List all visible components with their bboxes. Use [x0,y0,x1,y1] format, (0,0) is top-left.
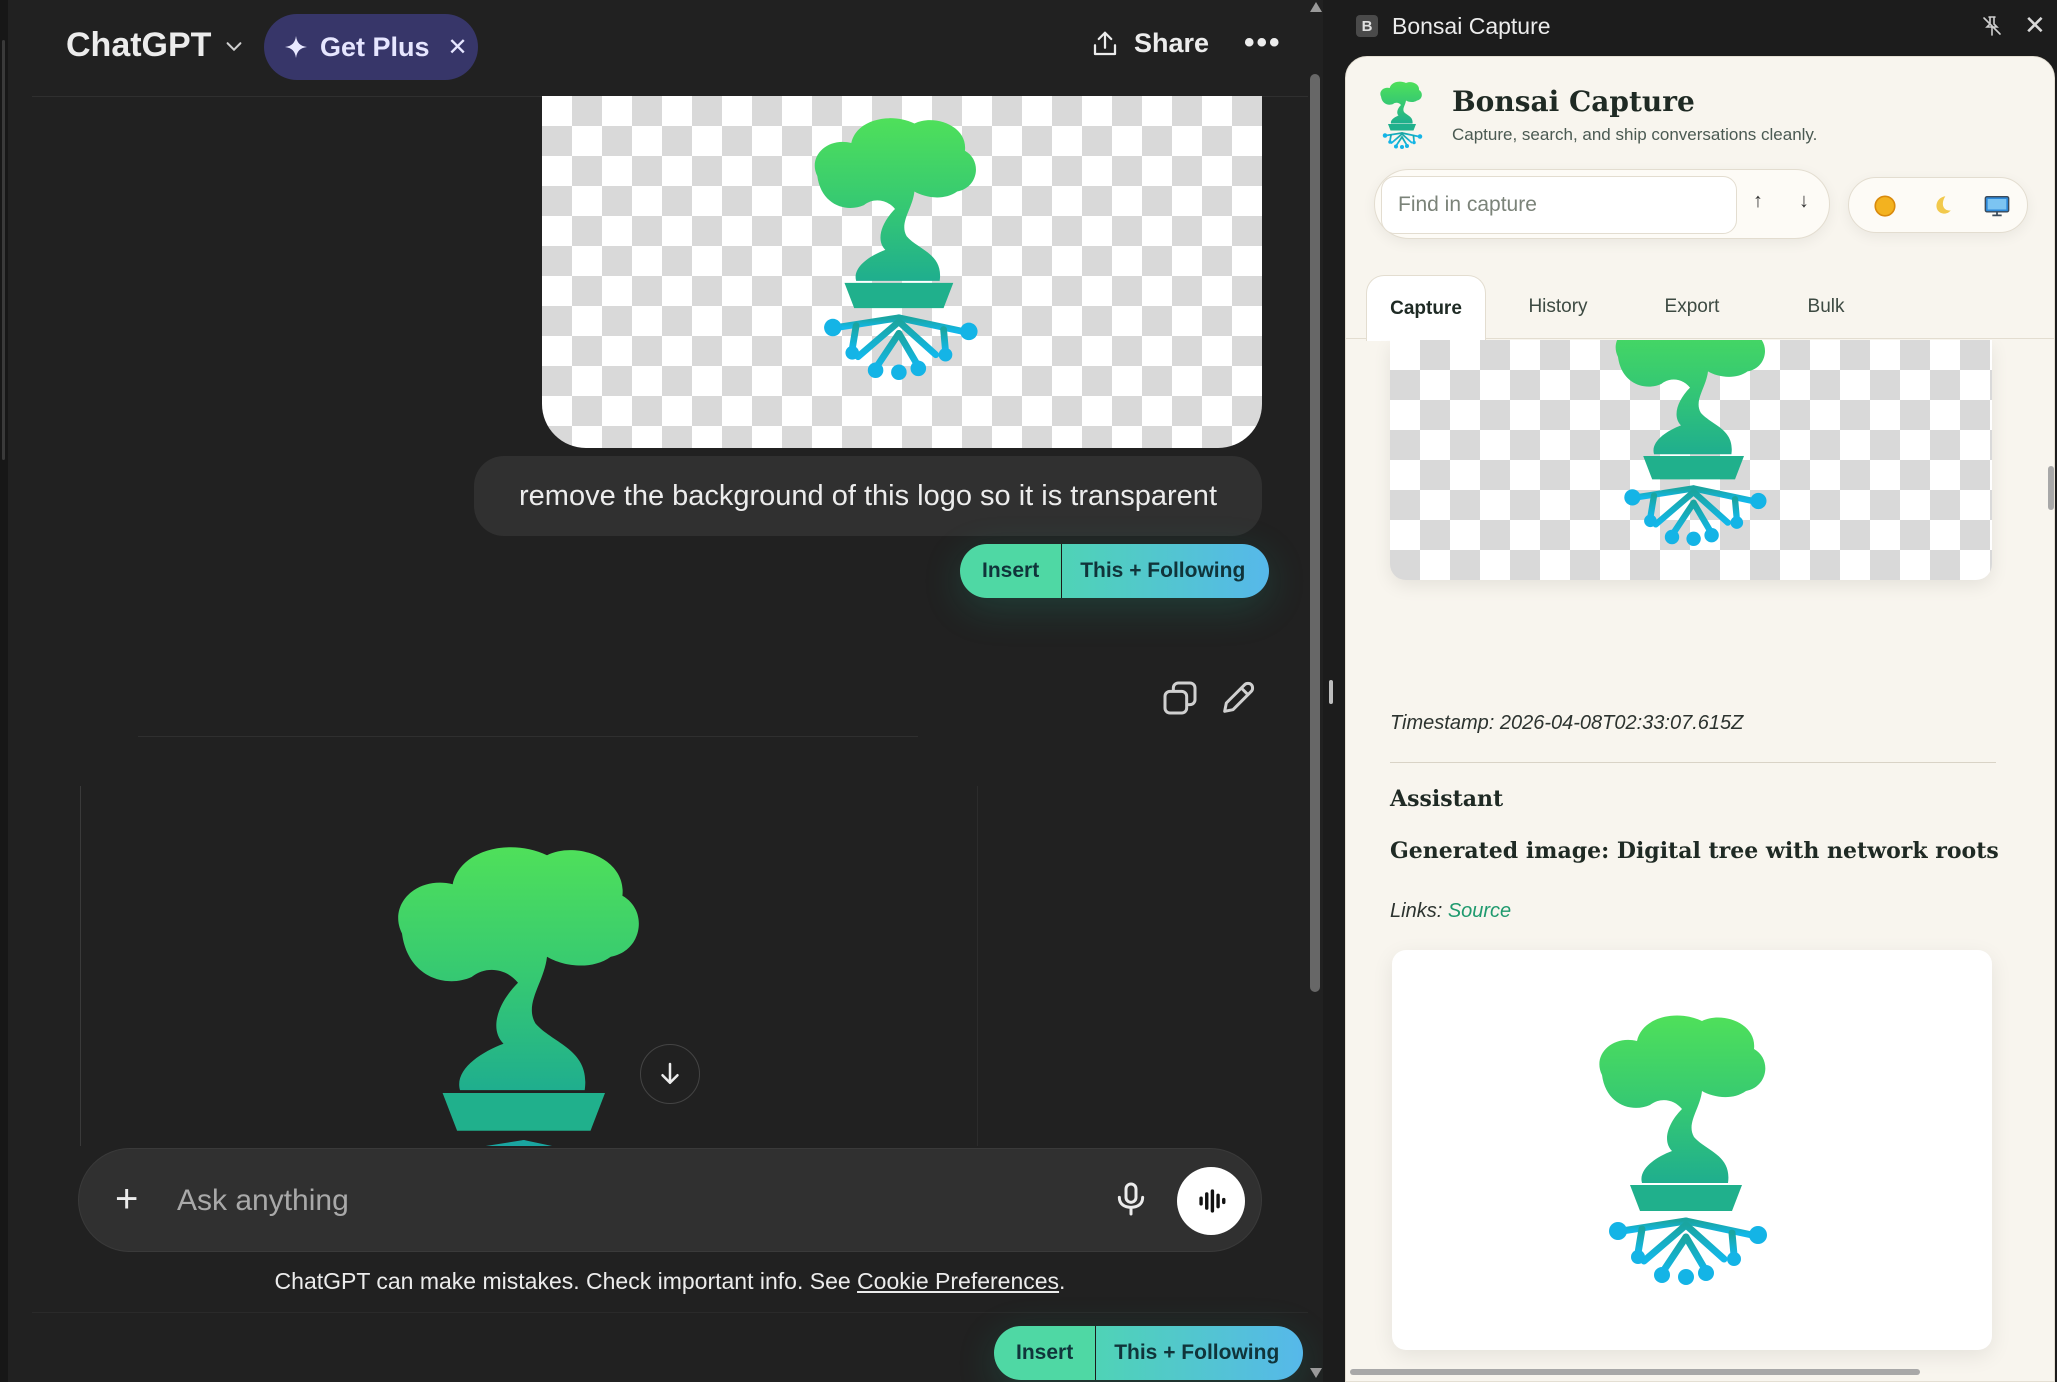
copy-icon[interactable] [1160,678,1200,718]
sun-icon[interactable] [1871,192,1899,220]
image-divider [138,736,918,737]
scroll-up-arrow-icon[interactable] [1310,2,1322,12]
splitter-grip[interactable] [1329,680,1333,704]
capture-timestamp: Timestamp: 2026-04-08T02:33:07.615Z [1390,712,1744,734]
chevron-down-icon [227,41,242,51]
extension-badge-icon: B [1356,15,1378,37]
share-icon [1093,31,1117,55]
disclaimer-end: . [1059,1268,1066,1294]
insert-button[interactable]: Insert [960,544,1062,598]
find-group: ↑ ↓ [1374,169,1830,239]
panel-horizontal-scrollbar[interactable] [1350,1367,2040,1377]
insert-pill-2: Insert This + Following [994,1326,1304,1380]
captured-image [1390,340,1992,580]
tab-bulk[interactable]: Bulk [1766,275,1886,339]
screen: ChatGPT Get Plus ✕ Share ••• remove the … [0,0,2057,1382]
chat-header: ChatGPT Get Plus ✕ Share ••• [8,0,1308,96]
footer-divider [32,1312,1308,1313]
generated-bonsai-image [373,832,663,1146]
composer: + [78,1148,1262,1252]
dismiss-plus-icon[interactable]: ✕ [448,33,468,62]
tab-capture[interactable]: Capture [1366,275,1486,341]
model-selector-label: ChatGPT [66,26,212,64]
get-plus-button[interactable]: Get Plus ✕ [264,14,478,80]
panel-hscroll-thumb[interactable] [1350,1369,1920,1375]
this-following-button[interactable]: This + Following [1062,544,1270,598]
user-message-text: remove the background of this logo so it… [519,479,1217,512]
voice-waveform-icon [1199,1189,1226,1213]
panel-scrollbar[interactable] [2046,340,2054,1381]
arrow-down-icon [661,1062,679,1084]
bonsai-logo-image [797,108,993,380]
scroll-down-button[interactable] [640,1044,700,1104]
cookie-preferences-link[interactable]: Cookie Preferences [857,1268,1059,1294]
panel-titlebar: B Bonsai Capture ✕ [1340,0,2057,52]
find-next-icon[interactable]: ↓ [1799,190,1809,213]
prompt-input[interactable] [177,1175,1057,1227]
share-label: Share [1134,28,1210,58]
more-options-icon[interactable]: ••• [1244,26,1282,60]
model-selector[interactable]: ChatGPT [66,26,245,65]
capture-divider [1390,762,1996,763]
panel-subtitle: Capture, search, and ship conversations … [1452,125,1818,144]
close-panel-icon[interactable]: ✕ [2024,10,2046,41]
get-plus-label: Get Plus [320,31,430,62]
panel-scrollbar-thumb[interactable] [2048,466,2054,510]
scrollbar-thumb[interactable] [1310,74,1320,992]
panel-window-title: Bonsai Capture [1392,13,1551,39]
uploaded-logo-image[interactable] [542,96,1262,448]
panel-title: Bonsai Capture [1452,85,1695,118]
generated-image-title: Generated image: Digital tree with netwo… [1390,838,1999,864]
add-attachment-icon[interactable]: + [115,1179,138,1219]
moon-icon[interactable] [1927,192,1955,220]
unpin-icon[interactable] [1980,14,2004,38]
disclaimer-text: ChatGPT can make mistakes. Check importa… [274,1268,858,1294]
microphone-icon[interactable] [1111,1179,1151,1219]
share-button[interactable]: Share [1090,28,1209,59]
find-in-capture-input[interactable] [1381,176,1737,234]
links-label: Links: [1390,900,1448,922]
source-link[interactable]: Source [1448,900,1511,922]
bonsai-logo-icon [1376,79,1426,149]
panel-brand: Bonsai Capture Capture, search, and ship… [1376,79,2036,159]
bonsai-capture-panel: B Bonsai Capture ✕ Bonsai Capture Captur… [1340,0,2057,1382]
user-message-bubble: remove the background of this logo so it… [474,456,1262,536]
captured-generated-bonsai [1582,1002,1782,1288]
sparkle-icon [285,36,307,58]
insert-pill-1: Insert This + Following [960,544,1270,598]
monitor-icon[interactable] [1983,192,2011,220]
find-previous-icon[interactable]: ↑ [1753,190,1763,213]
voice-mode-button[interactable] [1177,1167,1245,1235]
edit-icon[interactable] [1218,678,1258,718]
pane-splitter[interactable] [1323,0,1340,1382]
chat-scrollbar[interactable] [1308,0,1322,1382]
message-role: Assistant [1390,786,1504,812]
scroll-down-arrow-icon[interactable] [1310,1368,1322,1378]
capture-links: Links: Source [1390,900,1511,923]
panel-tabs: Capture History Export Bulk [1346,275,2054,341]
tab-history[interactable]: History [1498,275,1618,339]
sidebar-strip [0,0,8,1382]
chatgpt-pane: ChatGPT Get Plus ✕ Share ••• remove the … [0,0,1323,1382]
captured-generated-image [1392,950,1992,1350]
this-following-button[interactable]: This + Following [1096,1326,1304,1380]
sidebar-handle[interactable] [2,40,5,460]
insert-button[interactable]: Insert [994,1326,1096,1380]
disclaimer: ChatGPT can make mistakes. Check importa… [0,1268,1323,1295]
captured-bonsai-image [1600,340,1780,546]
tab-export[interactable]: Export [1632,275,1752,339]
panel-card: Bonsai Capture Capture, search, and ship… [1345,56,2055,1382]
capture-content: Timestamp: 2026-04-08T02:33:07.615Z Assi… [1346,340,2054,1381]
generated-image-frame[interactable] [80,786,978,1146]
theme-switcher [1848,177,2028,233]
